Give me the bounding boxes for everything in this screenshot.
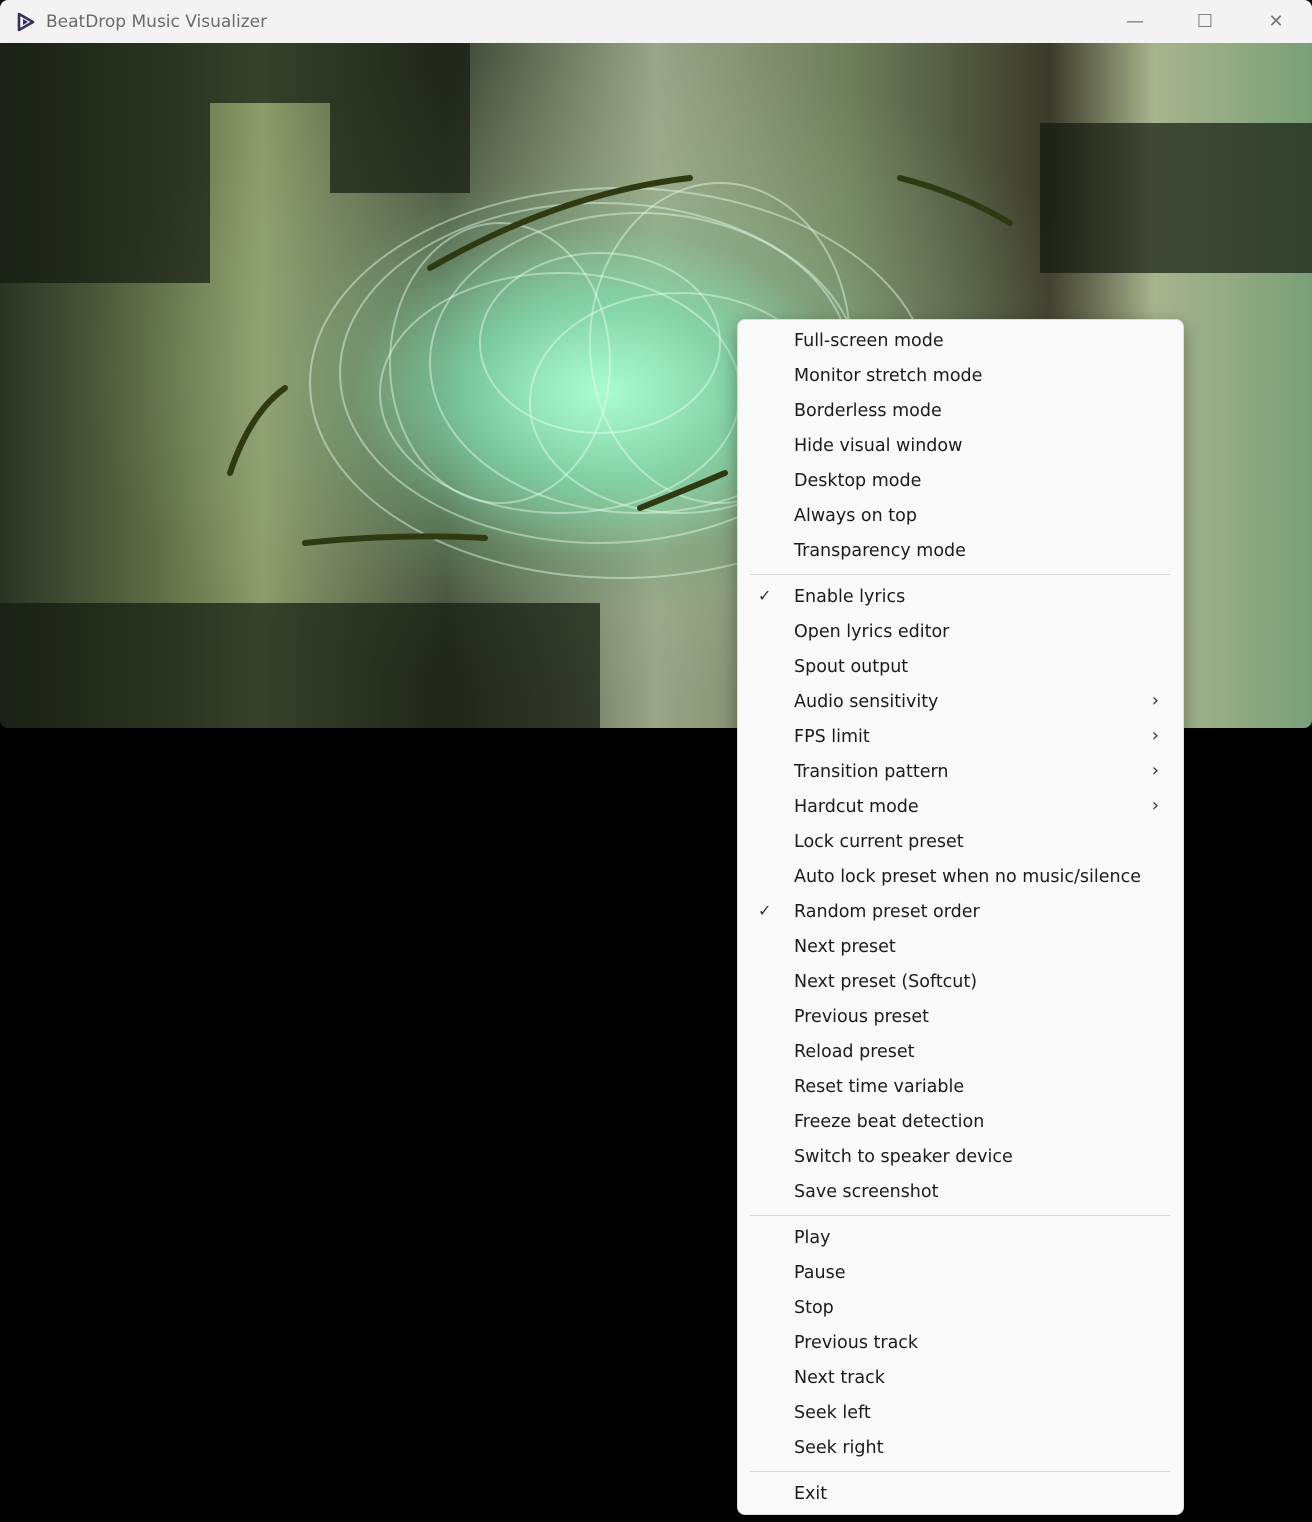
menu-item-label: Reset time variable: [794, 1077, 965, 1097]
menu-item-full-screen-mode[interactable]: Full-screen mode: [742, 324, 1179, 359]
menu-item-label: Desktop mode: [794, 471, 922, 491]
menu-item-label: Seek left: [794, 1403, 871, 1423]
menu-item-next-track[interactable]: Next track: [742, 1361, 1179, 1396]
menu-item-label: Stop: [794, 1298, 834, 1318]
menu-item-lock-current-preset[interactable]: Lock current preset: [742, 825, 1179, 860]
minimize-button[interactable]: —: [1100, 0, 1170, 43]
menu-item-always-on-top[interactable]: Always on top: [742, 499, 1179, 534]
chevron-right-icon: ›: [1151, 725, 1159, 746]
menu-item-seek-left[interactable]: Seek left: [742, 1396, 1179, 1431]
menu-item-label: Monitor stretch mode: [794, 366, 983, 386]
menu-item-label: Reload preset: [794, 1042, 915, 1062]
menu-item-label: Auto lock preset when no music/silence: [794, 867, 1141, 887]
chevron-right-icon: ›: [1151, 760, 1159, 781]
menu-item-next-preset[interactable]: Next preset: [742, 930, 1179, 965]
menu-item-reset-time-variable[interactable]: Reset time variable: [742, 1070, 1179, 1105]
menu-item-enable-lyrics[interactable]: ✓ Enable lyrics: [742, 580, 1179, 615]
context-menu: Full-screen mode Monitor stretch mode Bord…: [737, 319, 1184, 1515]
menu-item-label: Play: [794, 1228, 831, 1248]
close-icon: ✕: [1268, 11, 1284, 32]
minimize-icon: —: [1126, 11, 1144, 32]
menu-item-reload-preset[interactable]: Reload preset: [742, 1035, 1179, 1070]
window-title: BeatDrop Music Visualizer: [46, 11, 268, 32]
menu-item-label: Switch to speaker device: [794, 1147, 1013, 1167]
menu-item-auto-lock-preset-when-no-music-silence[interactable]: Auto lock preset when no music/silence: [742, 860, 1179, 895]
title-bar[interactable]: BeatDrop Music Visualizer — ☐ ✕: [0, 0, 1312, 44]
menu-separator: [750, 1471, 1170, 1472]
menu-item-label: Next track: [794, 1368, 885, 1388]
menu-item-label: Transition pattern: [794, 762, 949, 782]
menu-item-transparency-mode[interactable]: Transparency mode: [742, 534, 1179, 569]
maximize-button[interactable]: ☐: [1170, 0, 1240, 43]
menu-item-label: FPS limit: [794, 727, 870, 747]
menu-item-label: Hardcut mode: [794, 797, 919, 817]
menu-item-label: Spout output: [794, 657, 909, 677]
menu-item-label: Pause: [794, 1263, 846, 1283]
menu-item-spout-output[interactable]: Spout output: [742, 650, 1179, 685]
menu-item-stop[interactable]: Stop: [742, 1291, 1179, 1326]
menu-item-previous-track[interactable]: Previous track: [742, 1326, 1179, 1361]
menu-item-random-preset-order[interactable]: ✓ Random preset order: [742, 895, 1179, 930]
menu-item-borderless-mode[interactable]: Borderless mode: [742, 394, 1179, 429]
menu-item-label: Full-screen mode: [794, 331, 944, 351]
menu-item-label: Always on top: [794, 506, 917, 526]
menu-item-label: Previous preset: [794, 1007, 929, 1027]
menu-item-label: Enable lyrics: [794, 587, 906, 607]
menu-item-pause[interactable]: Pause: [742, 1256, 1179, 1291]
menu-item-fps-limit[interactable]: FPS limit ›: [742, 720, 1179, 755]
beatdrop-app-icon: [17, 12, 35, 31]
menu-item-next-preset-softcut[interactable]: Next preset (Softcut): [742, 965, 1179, 1000]
close-button[interactable]: ✕: [1241, 0, 1311, 43]
menu-separator: [750, 1215, 1170, 1216]
menu-item-label: Hide visual window: [794, 436, 963, 456]
menu-item-seek-right[interactable]: Seek right: [742, 1431, 1179, 1466]
chevron-right-icon: ›: [1151, 795, 1159, 816]
checkmark-icon: ✓: [758, 586, 772, 605]
menu-item-label: Random preset order: [794, 902, 980, 922]
menu-item-label: Transparency mode: [794, 541, 966, 561]
menu-item-transition-pattern[interactable]: Transition pattern ›: [742, 755, 1179, 790]
menu-separator: [750, 574, 1170, 575]
menu-item-label: Save screenshot: [794, 1182, 939, 1202]
menu-item-open-lyrics-editor[interactable]: Open lyrics editor: [742, 615, 1179, 650]
menu-item-hardcut-mode[interactable]: Hardcut mode ›: [742, 790, 1179, 825]
menu-item-play[interactable]: Play: [742, 1221, 1179, 1256]
menu-item-audio-sensitivity[interactable]: Audio sensitivity ›: [742, 685, 1179, 720]
menu-item-freeze-beat-detection[interactable]: Freeze beat detection: [742, 1105, 1179, 1140]
checkmark-icon: ✓: [758, 901, 772, 920]
menu-item-label: Freeze beat detection: [794, 1112, 985, 1132]
menu-item-label: Borderless mode: [794, 401, 942, 421]
chevron-right-icon: ›: [1151, 690, 1159, 711]
maximize-icon: ☐: [1196, 11, 1214, 32]
menu-item-label: Seek right: [794, 1438, 884, 1458]
menu-item-label: Next preset (Softcut): [794, 972, 978, 992]
menu-item-save-screenshot[interactable]: Save screenshot: [742, 1175, 1179, 1210]
menu-item-previous-preset[interactable]: Previous preset: [742, 1000, 1179, 1035]
menu-item-switch-to-speaker-device[interactable]: Switch to speaker device: [742, 1140, 1179, 1175]
menu-item-label: Exit: [794, 1484, 828, 1504]
menu-item-label: Open lyrics editor: [794, 622, 950, 642]
menu-item-label: Lock current preset: [794, 832, 964, 852]
menu-item-hide-visual-window[interactable]: Hide visual window: [742, 429, 1179, 464]
menu-item-label: Audio sensitivity: [794, 692, 939, 712]
menu-item-label: Previous track: [794, 1333, 919, 1353]
menu-item-desktop-mode[interactable]: Desktop mode: [742, 464, 1179, 499]
menu-item-label: Next preset: [794, 937, 896, 957]
menu-item-monitor-stretch-mode[interactable]: Monitor stretch mode: [742, 359, 1179, 394]
menu-item-exit[interactable]: Exit: [742, 1477, 1179, 1512]
